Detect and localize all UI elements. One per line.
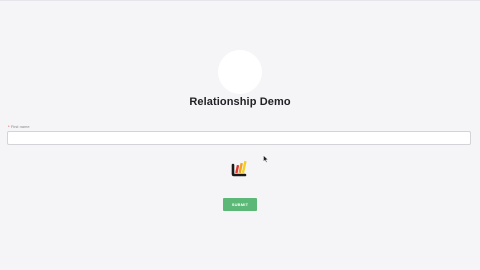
top-divider xyxy=(0,0,480,1)
submit-button[interactable]: SUBMIT xyxy=(223,198,257,211)
logo-stripe-yellow xyxy=(241,160,247,174)
logo-stripe-red xyxy=(235,164,240,174)
avatar xyxy=(218,50,262,94)
brand-logo-icon xyxy=(231,160,247,177)
first-name-label: * First name xyxy=(8,124,30,129)
mouse-pointer-icon xyxy=(263,155,269,163)
first-name-label-text: First name xyxy=(10,124,30,129)
page-title: Relationship Demo xyxy=(189,96,291,108)
first-name-field[interactable] xyxy=(7,131,471,145)
required-marker: * xyxy=(8,124,10,129)
